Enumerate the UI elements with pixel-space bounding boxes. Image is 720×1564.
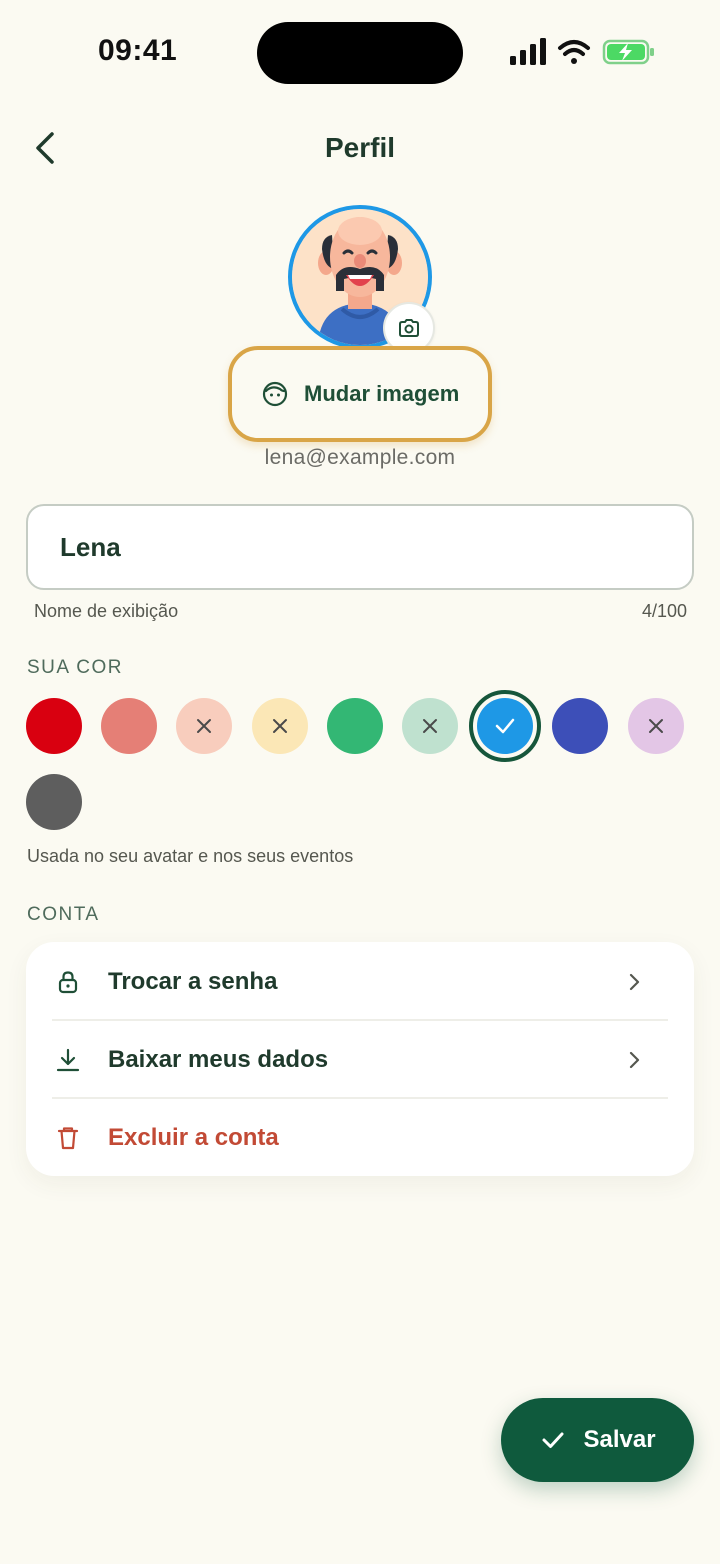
account-email: lena@example.com (264, 446, 456, 469)
page-title: Perfil (324, 132, 396, 163)
save-label: Salvar (583, 1426, 656, 1453)
status-icons (508, 36, 658, 68)
trash-icon (57, 1127, 79, 1150)
download-data-label: Baixar meus dados (108, 1046, 329, 1073)
account-section-title: CONTA (27, 904, 100, 925)
dynamic-island (257, 22, 463, 84)
change-password-label: Trocar a senha (108, 968, 278, 995)
close-icon (423, 719, 437, 733)
color-section-title: SUA COR (27, 657, 124, 678)
color-swatch[interactable] (26, 698, 82, 754)
color-caption: Usada no seu avatar e nos seus eventos (27, 846, 354, 866)
display-name-input[interactable] (26, 504, 694, 590)
wifi-icon (558, 40, 590, 64)
status-time: 09:41 (98, 34, 178, 67)
color-swatch[interactable] (477, 698, 533, 754)
delete-account-row[interactable]: Excluir a conta (26, 1099, 668, 1177)
delete-account-label: Excluir a conta (108, 1124, 279, 1151)
color-swatch[interactable] (327, 698, 383, 754)
color-swatch (402, 698, 458, 754)
display-name-helper: Nome de exibição (34, 601, 179, 621)
battery-icon (602, 39, 654, 65)
check-icon (542, 1432, 564, 1448)
change-image-button[interactable]: Mudar imagem (228, 346, 492, 442)
close-icon (273, 719, 287, 733)
download-data-row[interactable]: Baixar meus dados (26, 1021, 668, 1099)
face-icon (262, 381, 288, 407)
character-counter: 4/100 (641, 601, 687, 621)
save-button[interactable]: Salvar (501, 1398, 694, 1482)
change-password-row[interactable]: Trocar a senha (26, 943, 668, 1021)
change-image-label: Mudar imagem (304, 381, 460, 406)
chevron-right-icon (629, 973, 640, 991)
download-icon (56, 1048, 80, 1072)
color-swatch[interactable] (26, 774, 82, 830)
chevron-right-icon (629, 1051, 640, 1069)
color-swatch (252, 698, 308, 754)
check-icon (495, 718, 515, 734)
color-swatch[interactable] (552, 698, 608, 754)
signal-icon (510, 38, 546, 65)
camera-icon (399, 319, 419, 337)
color-swatch (628, 698, 684, 754)
close-icon (649, 719, 663, 733)
lock-icon (58, 971, 78, 994)
color-swatch[interactable] (101, 698, 157, 754)
color-swatch (176, 698, 232, 754)
close-icon (197, 719, 211, 733)
